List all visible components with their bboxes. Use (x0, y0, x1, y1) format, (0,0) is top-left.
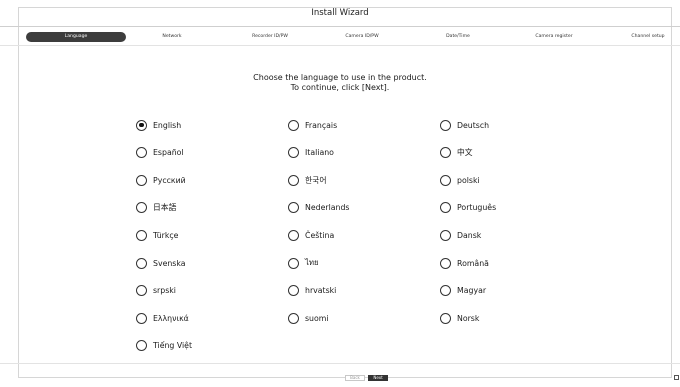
language-label: Čeština (305, 230, 335, 240)
radio-unchecked-icon[interactable] (440, 174, 451, 186)
language-option[interactable]: Italiano (288, 146, 334, 160)
radio-unchecked-icon[interactable] (440, 257, 451, 269)
language-label: Magyar (457, 286, 487, 296)
language-label: Türkçe (153, 230, 179, 240)
language-option[interactable]: Čeština (288, 228, 334, 242)
radio-unchecked-icon[interactable] (288, 174, 299, 186)
radio-unchecked-icon[interactable] (136, 285, 147, 297)
language-label: Português (457, 203, 497, 213)
language-label: Français (305, 120, 338, 130)
radio-unchecked-icon[interactable] (136, 202, 147, 214)
radio-unchecked-icon[interactable] (288, 312, 299, 324)
language-label: ไทย (305, 258, 319, 267)
instruction-line-1: Choose the language to use in the produc… (253, 73, 427, 82)
resize-handle-icon[interactable] (674, 375, 679, 380)
title-divider (0, 26, 680, 27)
radio-checked-icon[interactable] (136, 119, 147, 131)
language-label: 中文 (457, 148, 473, 158)
language-option[interactable]: Deutsch (440, 118, 489, 132)
radio-unchecked-icon[interactable] (440, 312, 451, 324)
language-label: Русский (153, 175, 186, 185)
radio-unchecked-icon[interactable] (288, 147, 299, 159)
radio-unchecked-icon[interactable] (136, 174, 147, 186)
window-title: Install Wizard (311, 8, 369, 18)
install-wizard-window (18, 7, 672, 378)
language-option[interactable]: hrvatski (288, 284, 336, 298)
language-label: Deutsch (457, 120, 490, 130)
language-label: Español (153, 148, 184, 158)
language-label: Dansk (457, 230, 482, 240)
step-channel-setup[interactable]: Channel setup (608, 32, 680, 42)
step-network[interactable]: Network (132, 32, 212, 42)
radio-unchecked-icon[interactable] (288, 285, 299, 297)
language-option[interactable]: Español (136, 146, 184, 160)
next-button[interactable]: Next (368, 375, 388, 381)
radio-unchecked-icon[interactable] (440, 147, 451, 159)
wizard-steps: Language Network Recorder ID/PW Camera I… (8, 32, 674, 42)
language-option[interactable]: srpski (136, 284, 176, 298)
radio-unchecked-icon[interactable] (136, 229, 147, 241)
language-label: Nederlands (305, 203, 350, 213)
language-option[interactable]: Tiếng Việt (136, 339, 192, 353)
language-option[interactable]: Magyar (440, 284, 486, 298)
language-option[interactable]: Norsk (440, 311, 479, 325)
radio-unchecked-icon[interactable] (136, 257, 147, 269)
step-recorder-id-pw[interactable]: Recorder ID/PW (230, 32, 310, 42)
language-label: suomi (305, 313, 329, 323)
instruction-line-2: To continue, click [Next]. (290, 83, 390, 92)
radio-unchecked-icon[interactable] (288, 229, 299, 241)
radio-unchecked-icon[interactable] (136, 147, 147, 159)
language-label: Tiếng Việt (153, 341, 193, 351)
language-option[interactable]: suomi (288, 311, 329, 325)
step-date-time[interactable]: Date/Time (418, 32, 498, 42)
language-option[interactable]: Română (440, 256, 489, 270)
language-option[interactable]: Svenska (136, 256, 186, 270)
language-label: English (153, 120, 182, 130)
language-option[interactable]: Dansk (440, 228, 481, 242)
steps-divider (0, 45, 680, 46)
language-option[interactable]: 日本語 (136, 201, 176, 215)
step-camera-register[interactable]: Camera register (514, 32, 594, 42)
language-option[interactable]: polski (440, 173, 480, 187)
language-option[interactable]: ไทย (288, 256, 319, 270)
language-option[interactable]: 한국어 (288, 173, 327, 187)
radio-unchecked-icon[interactable] (440, 202, 451, 214)
language-label: hrvatski (305, 286, 337, 296)
language-label: Română (457, 258, 489, 268)
radio-unchecked-icon[interactable] (136, 312, 147, 324)
language-label: Italiano (305, 148, 334, 158)
radio-unchecked-icon[interactable] (440, 285, 451, 297)
radio-unchecked-icon[interactable] (136, 340, 147, 352)
language-label: Svenska (153, 258, 186, 268)
radio-unchecked-icon[interactable] (288, 202, 299, 214)
language-label: polski (457, 175, 480, 185)
footer-divider (0, 363, 680, 364)
language-option[interactable]: Ελληνικά (136, 311, 189, 325)
language-option[interactable]: Русский (136, 173, 186, 187)
language-label: Norsk (457, 313, 480, 323)
step-language[interactable]: Language (26, 32, 126, 42)
radio-unchecked-icon[interactable] (288, 257, 299, 269)
language-option[interactable]: Nederlands (288, 201, 349, 215)
language-option[interactable]: 中文 (440, 146, 473, 160)
language-label: 日本語 (153, 203, 177, 213)
language-label: 한국어 (305, 175, 327, 185)
language-option[interactable]: English (136, 118, 181, 132)
step-camera-id-pw[interactable]: Camera ID/PW (322, 32, 402, 42)
language-option[interactable]: Français (288, 118, 337, 132)
language-option[interactable]: Português (440, 201, 496, 215)
radio-unchecked-icon[interactable] (440, 229, 451, 241)
radio-unchecked-icon[interactable] (440, 119, 451, 131)
language-label: Ελληνικά (153, 313, 189, 323)
instruction-text: Choose the language to use in the produc… (0, 73, 680, 93)
radio-unchecked-icon[interactable] (288, 119, 299, 131)
language-label: srpski (153, 286, 176, 296)
language-option[interactable]: Türkçe (136, 228, 178, 242)
back-button[interactable]: Back (345, 375, 365, 381)
